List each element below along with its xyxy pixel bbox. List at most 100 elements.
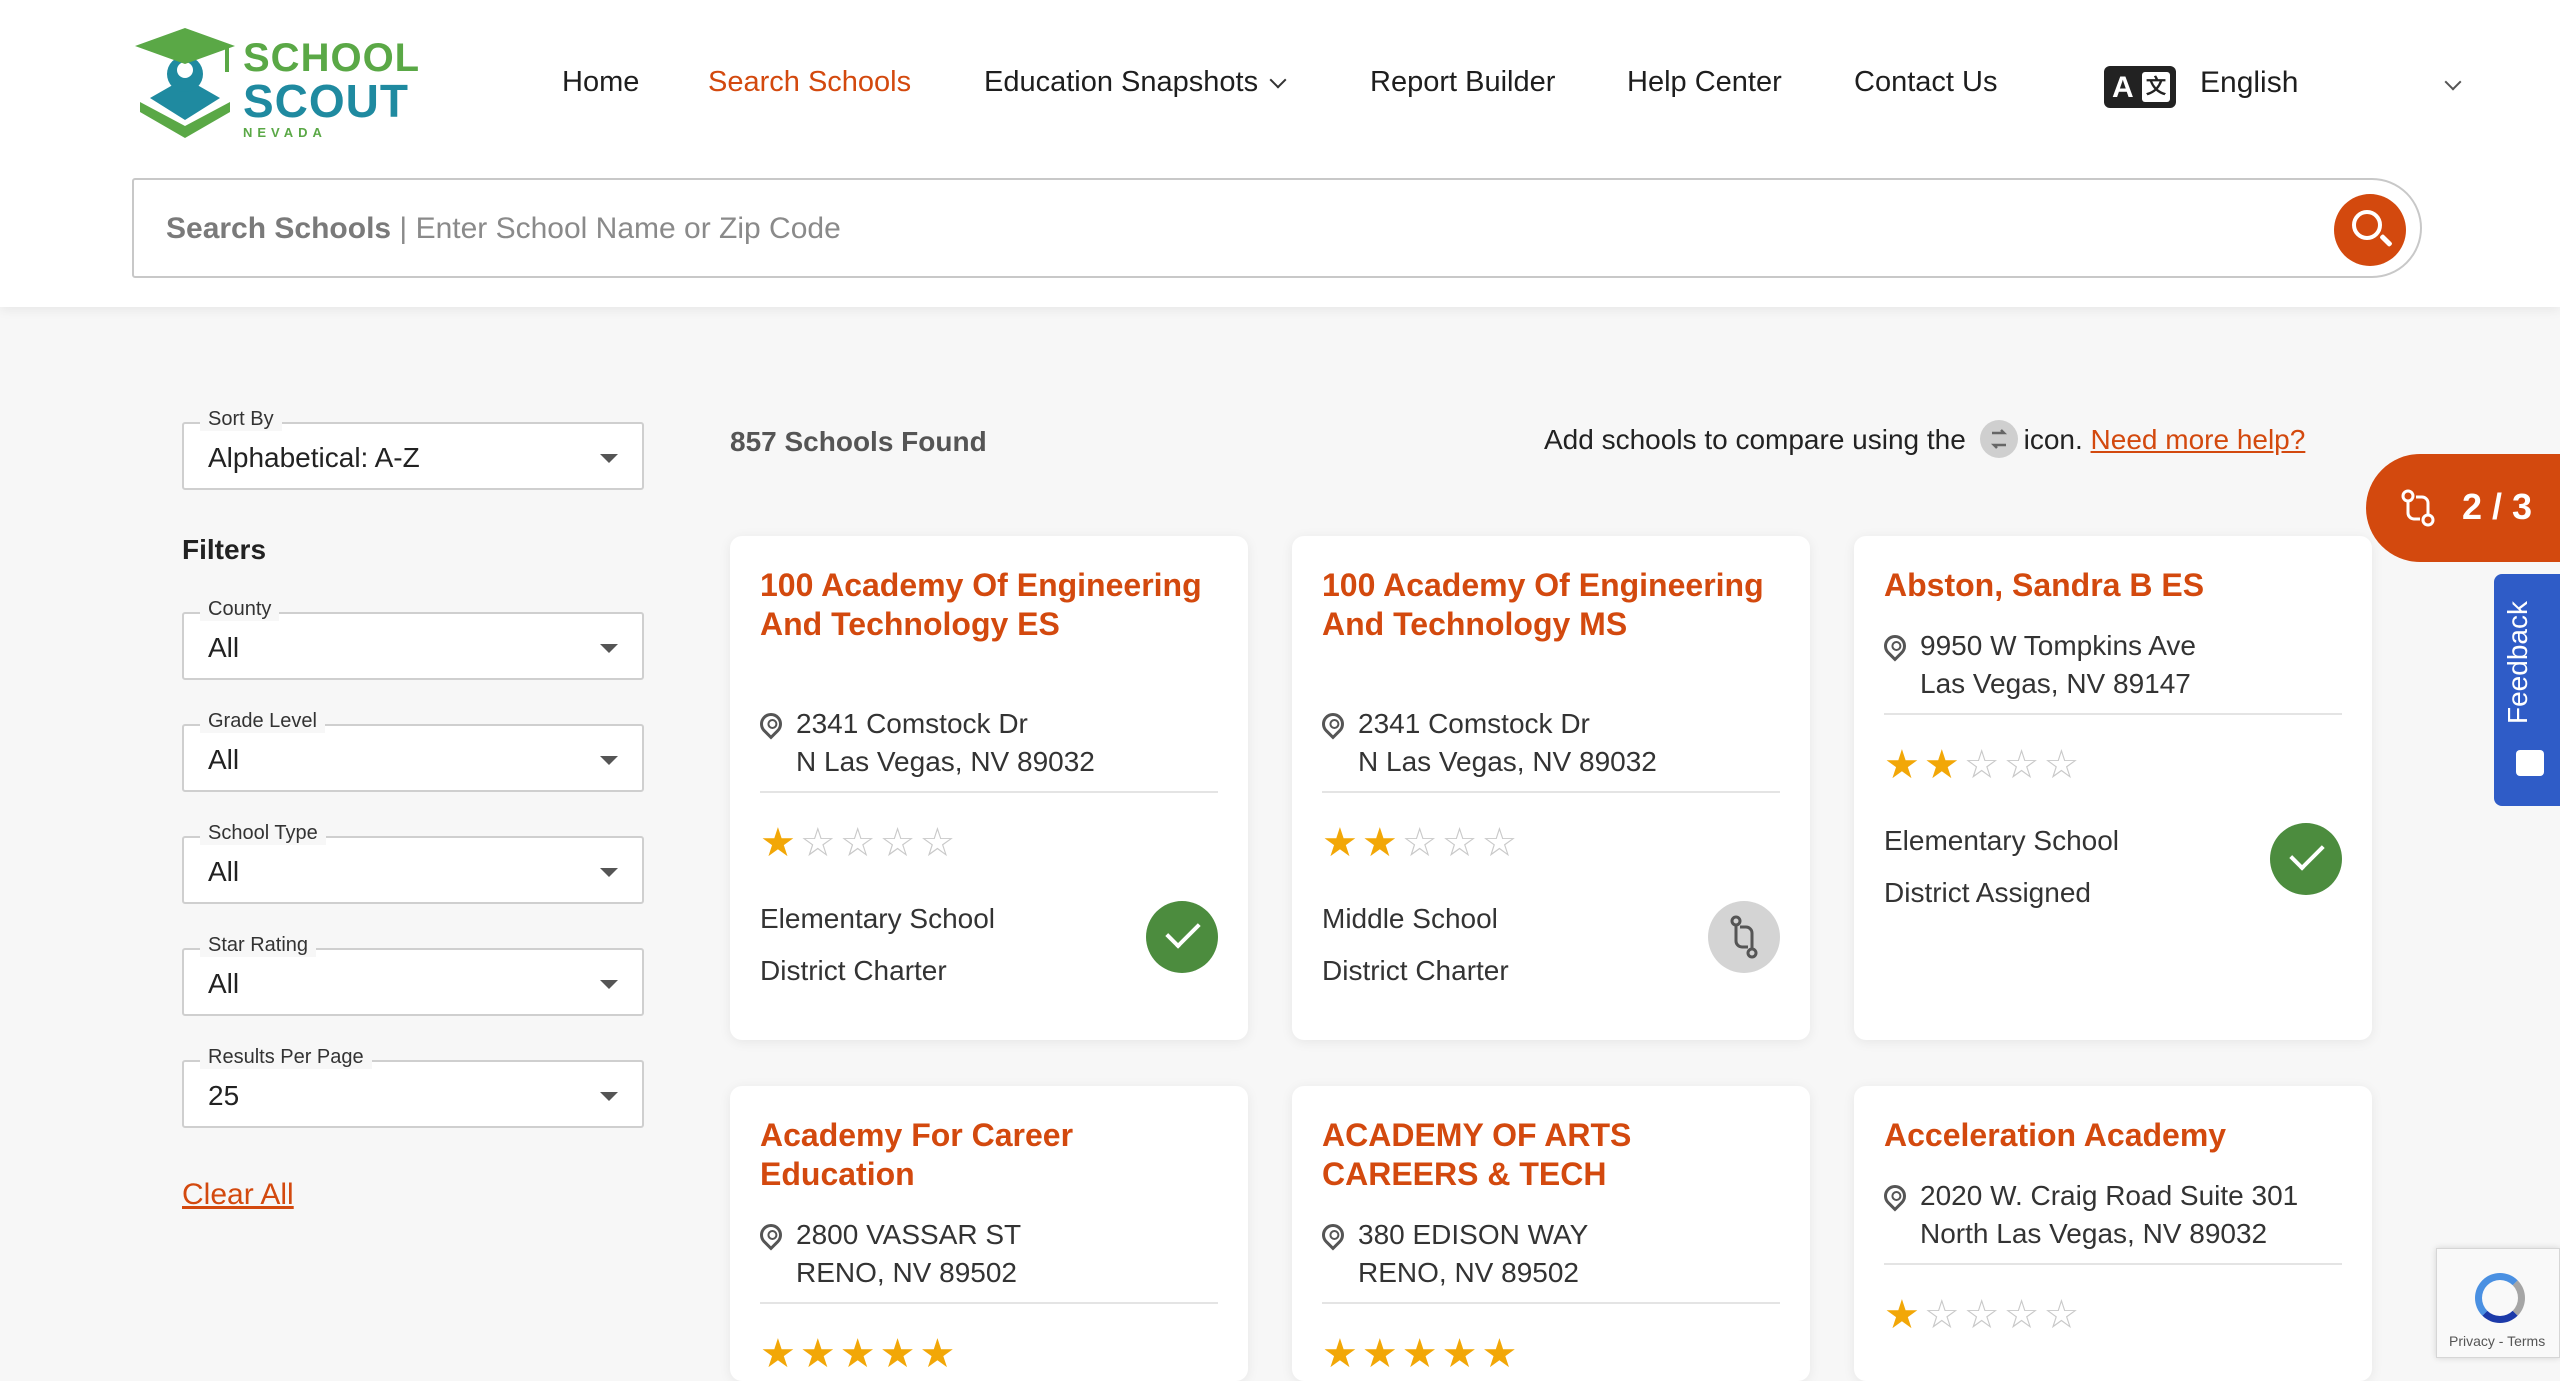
star-rating-label: Star Rating [200, 934, 317, 957]
caret-down-icon [600, 454, 618, 463]
school-type-select[interactable]: School Type All [182, 822, 644, 904]
star-filled-icon: ★ [1884, 743, 1924, 787]
compare-added-button[interactable] [2270, 823, 2342, 895]
translate-icon[interactable]: A文 [2104, 66, 2176, 108]
need-more-help-link[interactable]: Need more help? [2091, 424, 2306, 455]
clear-all-link[interactable]: Clear All [182, 1178, 294, 1212]
star-rating: ★★☆☆☆ [1322, 823, 1521, 863]
card-divider [760, 1302, 1218, 1304]
nav-help-center[interactable]: Help Center [1627, 66, 1782, 99]
feedback-tab[interactable]: Feedback [2494, 574, 2560, 806]
graduation-cap-logo-icon [135, 28, 235, 138]
search-placeholder-text: Enter School Name or Zip Code [415, 212, 841, 245]
grade-level-select[interactable]: Grade Level All [182, 710, 644, 792]
chevron-down-icon [1269, 71, 1287, 89]
filters-heading: Filters [182, 534, 267, 565]
school-address: 380 EDISON WAY RENO, NV 89502 [1358, 1216, 1588, 1292]
school-search-input[interactable]: Search Schools | Enter School Name or Zi… [132, 178, 2422, 278]
grade-level-label: Grade Level [200, 710, 325, 733]
grade-level-value: All [208, 744, 240, 775]
address-line-2: N Las Vegas, NV 89032 [796, 746, 1095, 777]
compare-swap-icon [1730, 915, 1758, 959]
language-chevron-down-icon[interactable] [2444, 73, 2462, 91]
compare-tray-button[interactable]: 2 / 3 [2366, 454, 2560, 562]
star-rating-select[interactable]: Star Rating All [182, 934, 644, 1016]
address-line-1: 2800 VASSAR ST [796, 1219, 1022, 1250]
logo-school-text: SCHOOL [243, 36, 421, 80]
star-filled-icon: ★ [1361, 1332, 1402, 1376]
school-name-link[interactable]: Acceleration Academy [1884, 1116, 2344, 1155]
star-empty-icon: ☆ [1963, 743, 2004, 787]
school-card[interactable]: Acceleration Academy 2020 W. Craig Road S… [1854, 1086, 2372, 1381]
recaptcha-badge[interactable]: Privacy - Terms [2436, 1248, 2560, 1358]
nav-search-schools[interactable]: Search Schools [708, 66, 911, 99]
results-per-page-label: Results Per Page [200, 1046, 372, 1069]
logo-wordmark: SCHOOL SCOUT NEVADA [243, 38, 420, 139]
county-select[interactable]: County All [182, 598, 644, 680]
compare-count: 2 / 3 [2462, 486, 2533, 527]
checkmark-icon [1165, 913, 1201, 949]
search-placeholder: Search Schools | Enter School Name or Zi… [166, 212, 841, 246]
star-empty-icon: ☆ [839, 821, 880, 865]
school-name-link[interactable]: 100 Academy Of Engineering And Technolog… [1322, 566, 1782, 644]
school-card[interactable]: 100 Academy Of Engineering And Technolog… [1292, 536, 1810, 1040]
school-card[interactable]: ACADEMY OF ARTS CAREERS & TECH 380 EDISON… [1292, 1086, 1810, 1381]
results-count: 857 Schools Found [730, 426, 987, 457]
location-pin-icon [1879, 1180, 1911, 1212]
site-header: SCHOOL SCOUT NEVADA Home Search Schools … [0, 0, 2560, 307]
compare-help-before: Add schools to compare using the [1544, 424, 1966, 455]
school-name-link[interactable]: 100 Academy Of Engineering And Technolog… [760, 566, 1220, 644]
compare-help-after: icon. [2023, 424, 2083, 455]
star-empty-icon: ☆ [2003, 1293, 2044, 1337]
school-name-link[interactable]: Abston, Sandra B ES [1884, 566, 2344, 605]
compare-added-button[interactable] [1146, 901, 1218, 973]
language-select[interactable]: English [2200, 66, 2298, 100]
school-card[interactable]: Abston, Sandra B ES 9950 W Tompkins Ave La… [1854, 536, 2372, 1040]
compare-icon [1979, 419, 2018, 458]
school-level: Elementary School [1884, 825, 2120, 856]
address-line-2: Las Vegas, NV 89147 [1920, 668, 2191, 699]
school-scout-logo[interactable]: SCHOOL SCOUT NEVADA [130, 28, 419, 143]
add-to-compare-button[interactable] [1708, 901, 1780, 973]
recaptcha-links[interactable]: Privacy - Terms [2449, 1333, 2545, 1349]
star-empty-icon: ☆ [1481, 821, 1522, 865]
card-divider [760, 791, 1218, 793]
card-divider [1322, 791, 1780, 793]
nav-home[interactable]: Home [562, 66, 639, 99]
school-card[interactable]: Academy For Career Education 2800 VASSAR … [730, 1086, 1248, 1381]
star-empty-icon: ☆ [2043, 1293, 2084, 1337]
school-type-value: All [208, 856, 240, 887]
nav-report-builder[interactable]: Report Builder [1370, 66, 1555, 99]
star-filled-icon: ★ [760, 1332, 800, 1376]
nav-contact-us[interactable]: Contact Us [1854, 66, 1997, 99]
school-name-link[interactable]: ACADEMY OF ARTS CAREERS & TECH [1322, 1116, 1782, 1194]
star-filled-icon: ★ [1481, 1332, 1522, 1376]
search-icon-handle [2379, 233, 2393, 248]
search-label: Search Schools [166, 212, 392, 245]
star-filled-icon: ★ [1361, 821, 1402, 865]
nav-education-snapshots[interactable]: Education Snapshots [984, 66, 1287, 99]
school-address: 2341 Comstock Dr N Las Vegas, NV 89032 [796, 705, 1095, 781]
caret-down-icon [600, 644, 618, 653]
star-empty-icon: ☆ [799, 821, 840, 865]
search-button[interactable] [2334, 194, 2406, 266]
caret-down-icon [600, 980, 618, 989]
school-type-label: School Type [200, 822, 326, 845]
address-line-1: 2341 Comstock Dr [1358, 708, 1590, 739]
star-filled-icon: ★ [1322, 1332, 1362, 1376]
card-divider [1322, 1302, 1780, 1304]
star-rating: ★☆☆☆☆ [1884, 1295, 2083, 1335]
sort-by-select[interactable]: Sort By Alphabetical: A-Z [182, 408, 644, 490]
star-filled-icon: ★ [1884, 1293, 1924, 1337]
address-line-2: RENO, NV 89502 [796, 1257, 1017, 1288]
location-pin-icon [1317, 708, 1349, 740]
star-rating: ★★★★★ [1322, 1334, 1521, 1374]
star-empty-icon: ☆ [1401, 821, 1442, 865]
star-empty-icon: ☆ [2043, 743, 2084, 787]
school-name-link[interactable]: Academy For Career Education [760, 1116, 1220, 1194]
results-per-page-select[interactable]: Results Per Page 25 [182, 1046, 644, 1128]
county-label: County [200, 598, 280, 621]
school-card[interactable]: 100 Academy Of Engineering And Technolog… [730, 536, 1248, 1040]
checkmark-icon [2289, 835, 2325, 871]
star-empty-icon: ☆ [1963, 1293, 2004, 1337]
